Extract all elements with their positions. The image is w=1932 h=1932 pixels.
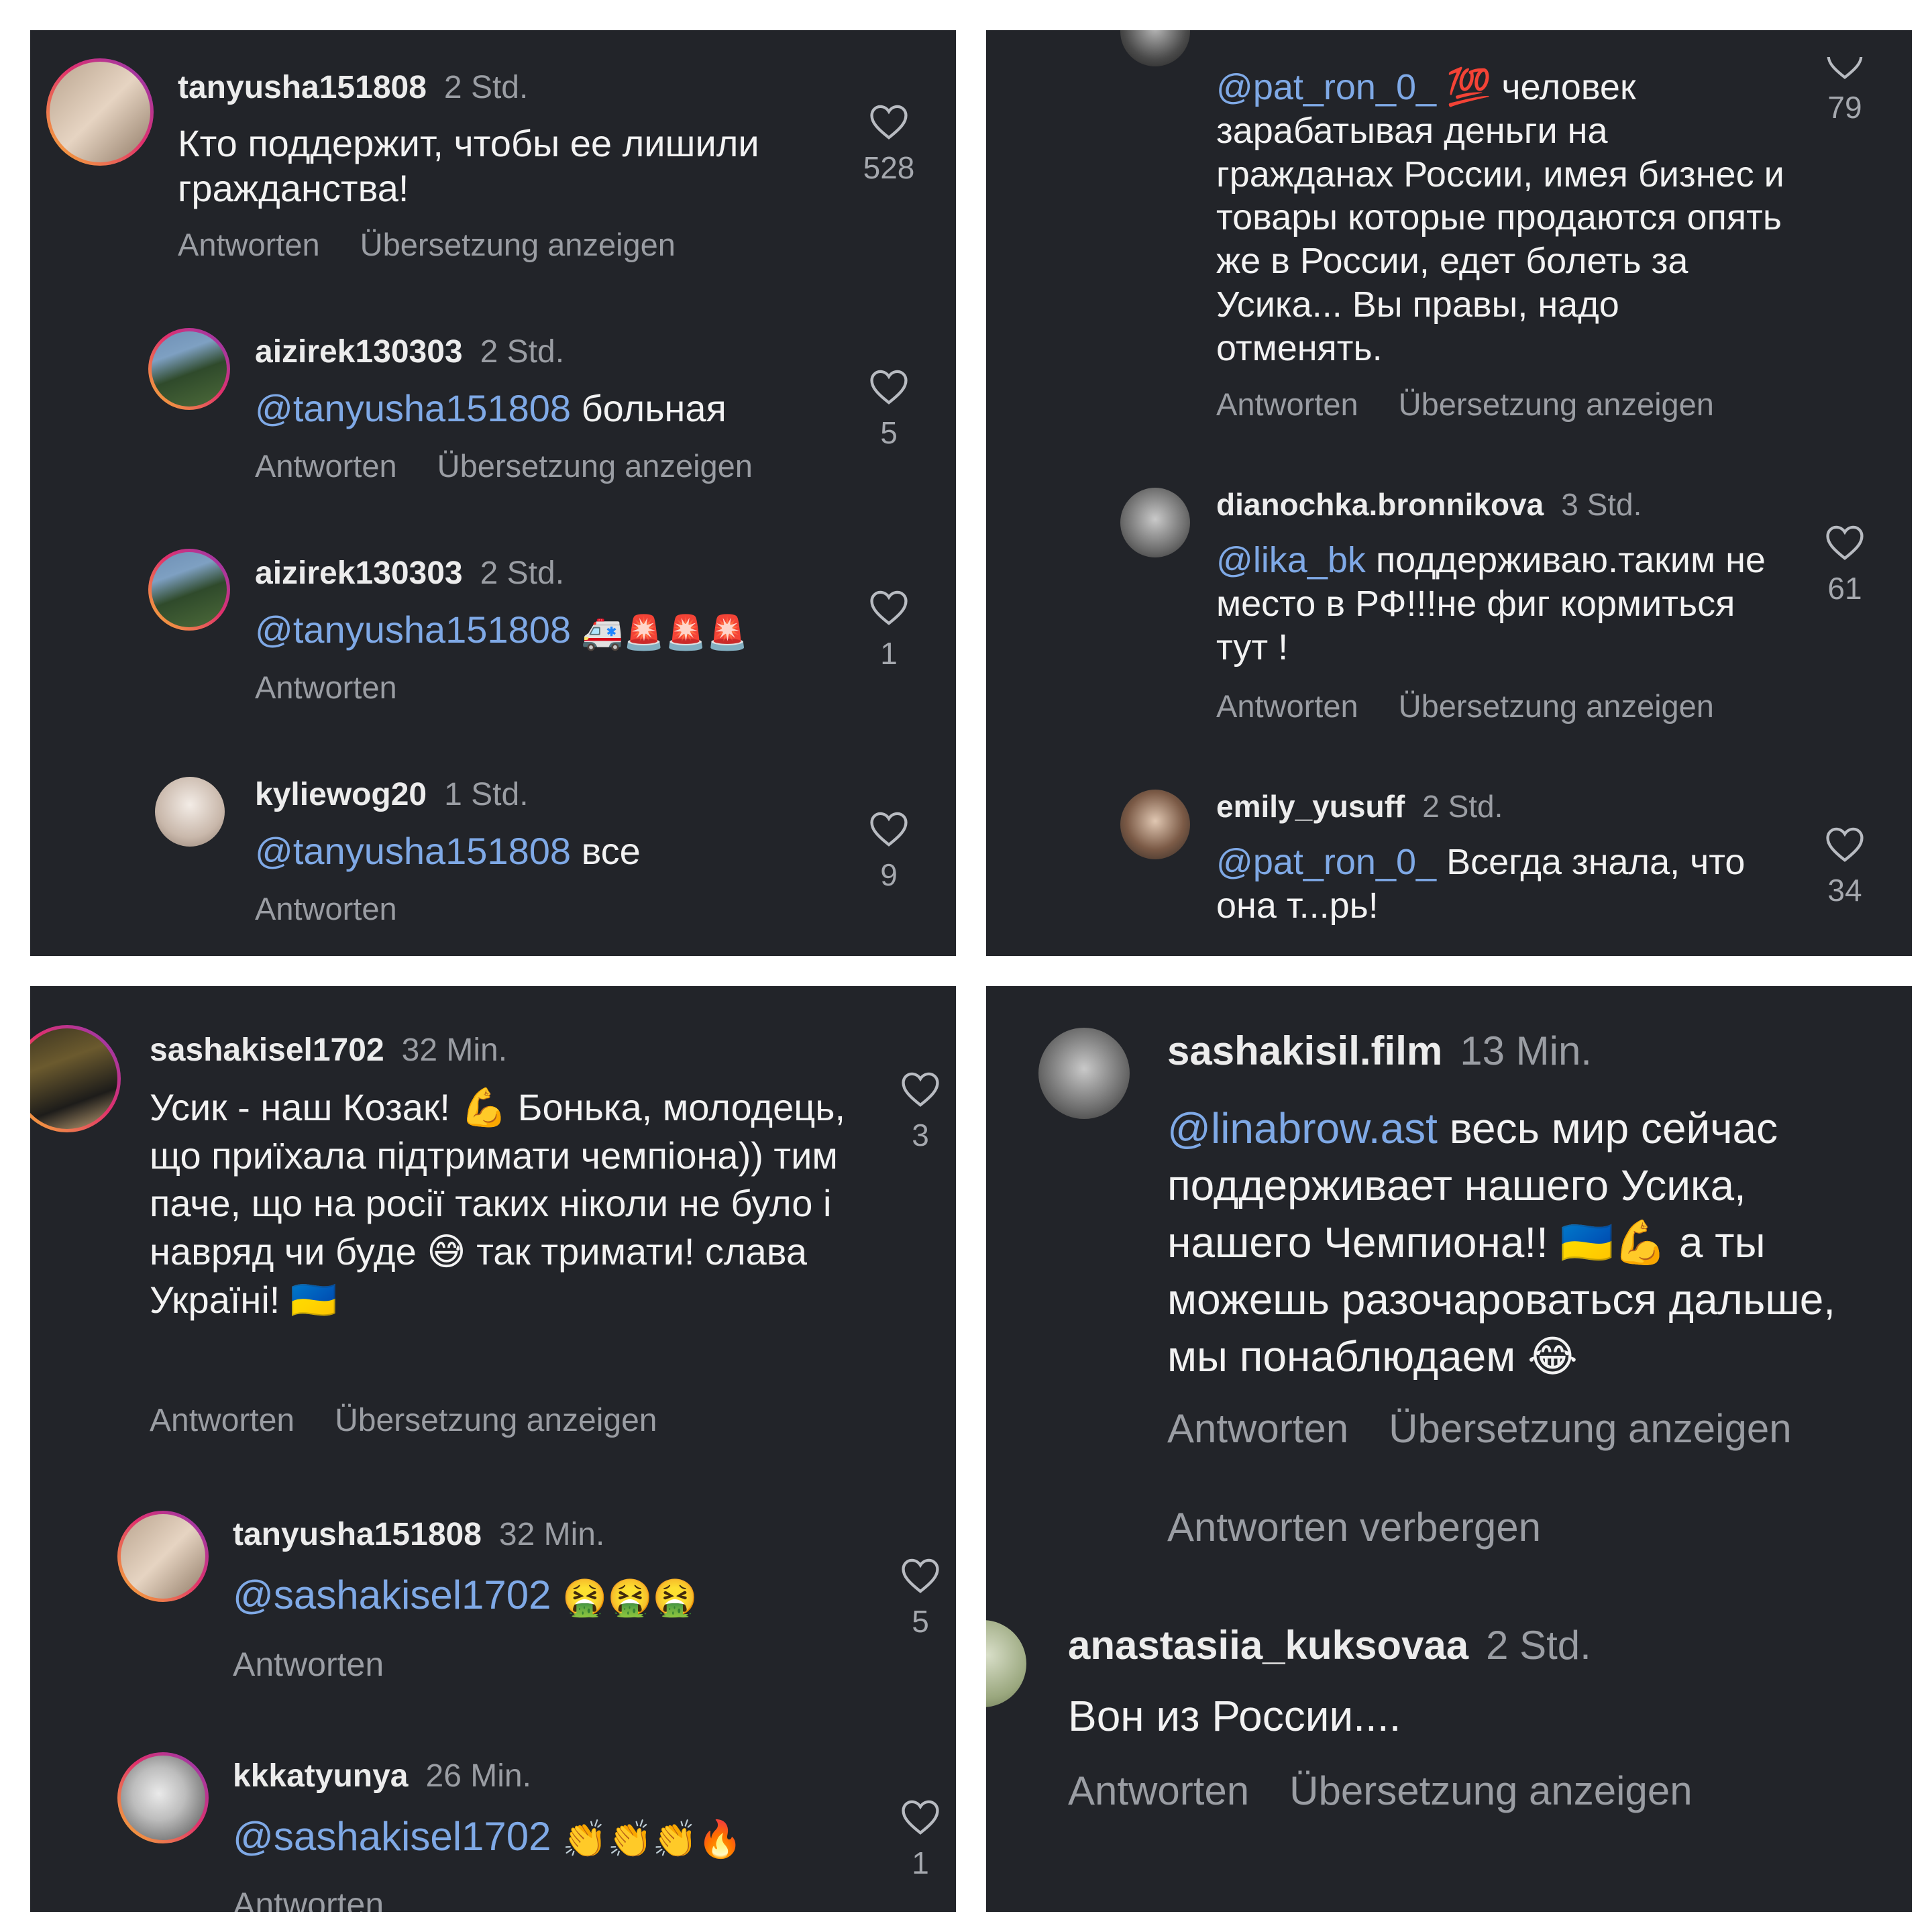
timestamp: 2 Std. [480, 334, 565, 370]
reply-button[interactable]: Antworten [1167, 1406, 1348, 1451]
timestamp: 13 Min. [1460, 1028, 1592, 1073]
mention-link[interactable]: @pat_ron_0_ [1216, 67, 1436, 107]
avatar[interactable] [1038, 1028, 1130, 1119]
username[interactable]: sashakisil.film [1167, 1028, 1442, 1073]
heart-outline-icon[interactable] [1824, 825, 1866, 863]
mention-link[interactable]: @sashakisel1702 [233, 1572, 551, 1617]
reply-button[interactable]: Antworten [255, 448, 397, 484]
mention-link[interactable]: @linabrow.ast [1167, 1104, 1438, 1152]
timestamp: 2 Std. [1422, 789, 1503, 824]
timestamp: 2 Std. [443, 70, 529, 105]
mention-link[interactable]: @pat_ron_0_ [1216, 842, 1436, 882]
reply-button[interactable]: Antworten [233, 1646, 384, 1683]
username[interactable]: tanyusha151808 [178, 70, 427, 105]
username[interactable]: anastasiia_kuksovaa [1068, 1623, 1468, 1668]
timestamp: 32 Min. [401, 1032, 508, 1068]
heart-outline-icon[interactable] [868, 368, 910, 405]
comment-text: Усик - наш Козак! 💪 Бонька, молодець, що… [150, 1086, 846, 1321]
comment-emoji-text: 🚑🚨🚨🚨 [581, 614, 749, 652]
timestamp: 3 Std. [1561, 487, 1642, 522]
comment-text: все [581, 830, 641, 872]
heart-outline-icon[interactable] [868, 588, 910, 626]
timestamp: 32 Min. [498, 1517, 605, 1552]
username[interactable]: aizirek130303 [255, 555, 463, 591]
heart-outline-icon[interactable] [900, 1798, 941, 1835]
translate-button[interactable]: Übersetzung anzeigen [1289, 1768, 1692, 1813]
like-count: 1 [912, 1845, 929, 1880]
username[interactable]: sashakisel1702 [150, 1032, 384, 1068]
mention-link[interactable]: @sashakisel1702 [233, 1814, 551, 1859]
mention-link[interactable]: @tanyusha151808 [255, 387, 571, 429]
heart-outline-icon[interactable] [1824, 523, 1866, 561]
comments-panel-2: @pat_ron_0_ 💯 человек зарабатывая деньги… [986, 30, 1912, 956]
translate-button[interactable]: Übersetzung anzeigen [335, 1403, 657, 1438]
comment-text: больная [581, 387, 727, 429]
username[interactable]: kyliewog20 [255, 777, 427, 812]
translate-button[interactable]: Übersetzung anzeigen [360, 227, 676, 262]
comment-text: 💯 человек зарабатывая деньги на граждана… [1216, 67, 1784, 368]
avatar[interactable] [986, 1620, 1026, 1707]
like-count: 79 [1827, 90, 1862, 125]
comment-emoji-text: 👏👏👏🔥 [562, 1819, 743, 1860]
reply-button[interactable]: Antworten [1216, 386, 1358, 422]
avatar[interactable] [46, 58, 154, 166]
translate-button[interactable]: Übersetzung anzeigen [1399, 688, 1714, 724]
hide-replies-button[interactable]: Antworten verbergen [1167, 1505, 1541, 1550]
like-count: 34 [1827, 873, 1862, 908]
comments-panel-3: sashakisel1702 32 Min. Усик - наш Козак! … [30, 986, 956, 1912]
username[interactable]: aizirek130303 [255, 334, 463, 370]
mention-link[interactable]: @tanyusha151808 [255, 608, 571, 651]
comment-emoji-text: 🤮🤮🤮 [562, 1577, 698, 1618]
timestamp: 2 Std. [1486, 1623, 1591, 1668]
avatar[interactable] [155, 777, 225, 847]
heart-outline-icon[interactable] [868, 103, 910, 140]
comment-text: Кто поддержит, чтобы ее лишили гражданст… [178, 122, 759, 210]
like-count: 5 [912, 1604, 929, 1639]
username[interactable]: kkkatyunya [233, 1758, 409, 1794]
reply-button[interactable]: Antworten [150, 1403, 294, 1438]
comment-text: Вон из России.... [1068, 1692, 1401, 1740]
heart-outline-icon[interactable] [1824, 57, 1866, 80]
avatar[interactable] [148, 328, 230, 410]
translate-button[interactable]: Übersetzung anzeigen [1399, 386, 1714, 422]
reply-button[interactable]: Antworten [255, 891, 397, 926]
heart-outline-icon[interactable] [900, 1070, 941, 1108]
username[interactable]: tanyusha151808 [233, 1517, 482, 1552]
avatar[interactable] [1120, 488, 1190, 557]
timestamp: 1 Std. [444, 777, 529, 812]
like-count: 61 [1827, 571, 1862, 606]
timestamp: 2 Std. [480, 555, 565, 591]
reply-button[interactable]: Antworten [1216, 688, 1358, 724]
like-count: 3 [912, 1118, 929, 1152]
avatar[interactable] [117, 1752, 209, 1843]
avatar[interactable] [148, 549, 230, 631]
avatar[interactable] [1120, 790, 1190, 859]
timestamp: 26 Min. [425, 1758, 531, 1794]
comments-panel-4: sashakisil.film 13 Min. @linabrow.ast вес… [986, 986, 1912, 1912]
mention-link[interactable]: @tanyusha151808 [255, 830, 571, 872]
translate-button[interactable]: Übersetzung anzeigen [1389, 1406, 1791, 1451]
like-count: 528 [863, 150, 915, 185]
reply-button[interactable]: Antworten [1068, 1768, 1249, 1813]
username[interactable]: dianochka.bronnikova [1216, 487, 1544, 522]
like-count: 5 [880, 415, 898, 450]
translate-button[interactable]: Übersetzung anzeigen [437, 448, 753, 484]
reply-button[interactable]: Antworten [233, 1886, 384, 1912]
heart-outline-icon[interactable] [868, 810, 910, 847]
avatar[interactable] [1120, 30, 1190, 66]
mention-link[interactable]: @lika_bk [1216, 540, 1366, 580]
avatar[interactable] [30, 1025, 121, 1132]
avatar[interactable] [117, 1511, 209, 1602]
reply-button[interactable]: Antworten [178, 227, 320, 262]
heart-outline-icon[interactable] [900, 1556, 941, 1594]
like-count: 1 [880, 636, 898, 671]
comments-panel-1: tanyusha151808 2 Std. Кто поддержит, чтоб… [30, 30, 956, 956]
reply-button[interactable]: Antworten [255, 669, 397, 705]
like-count: 9 [880, 857, 898, 892]
username[interactable]: emily_yusuff [1216, 789, 1405, 824]
